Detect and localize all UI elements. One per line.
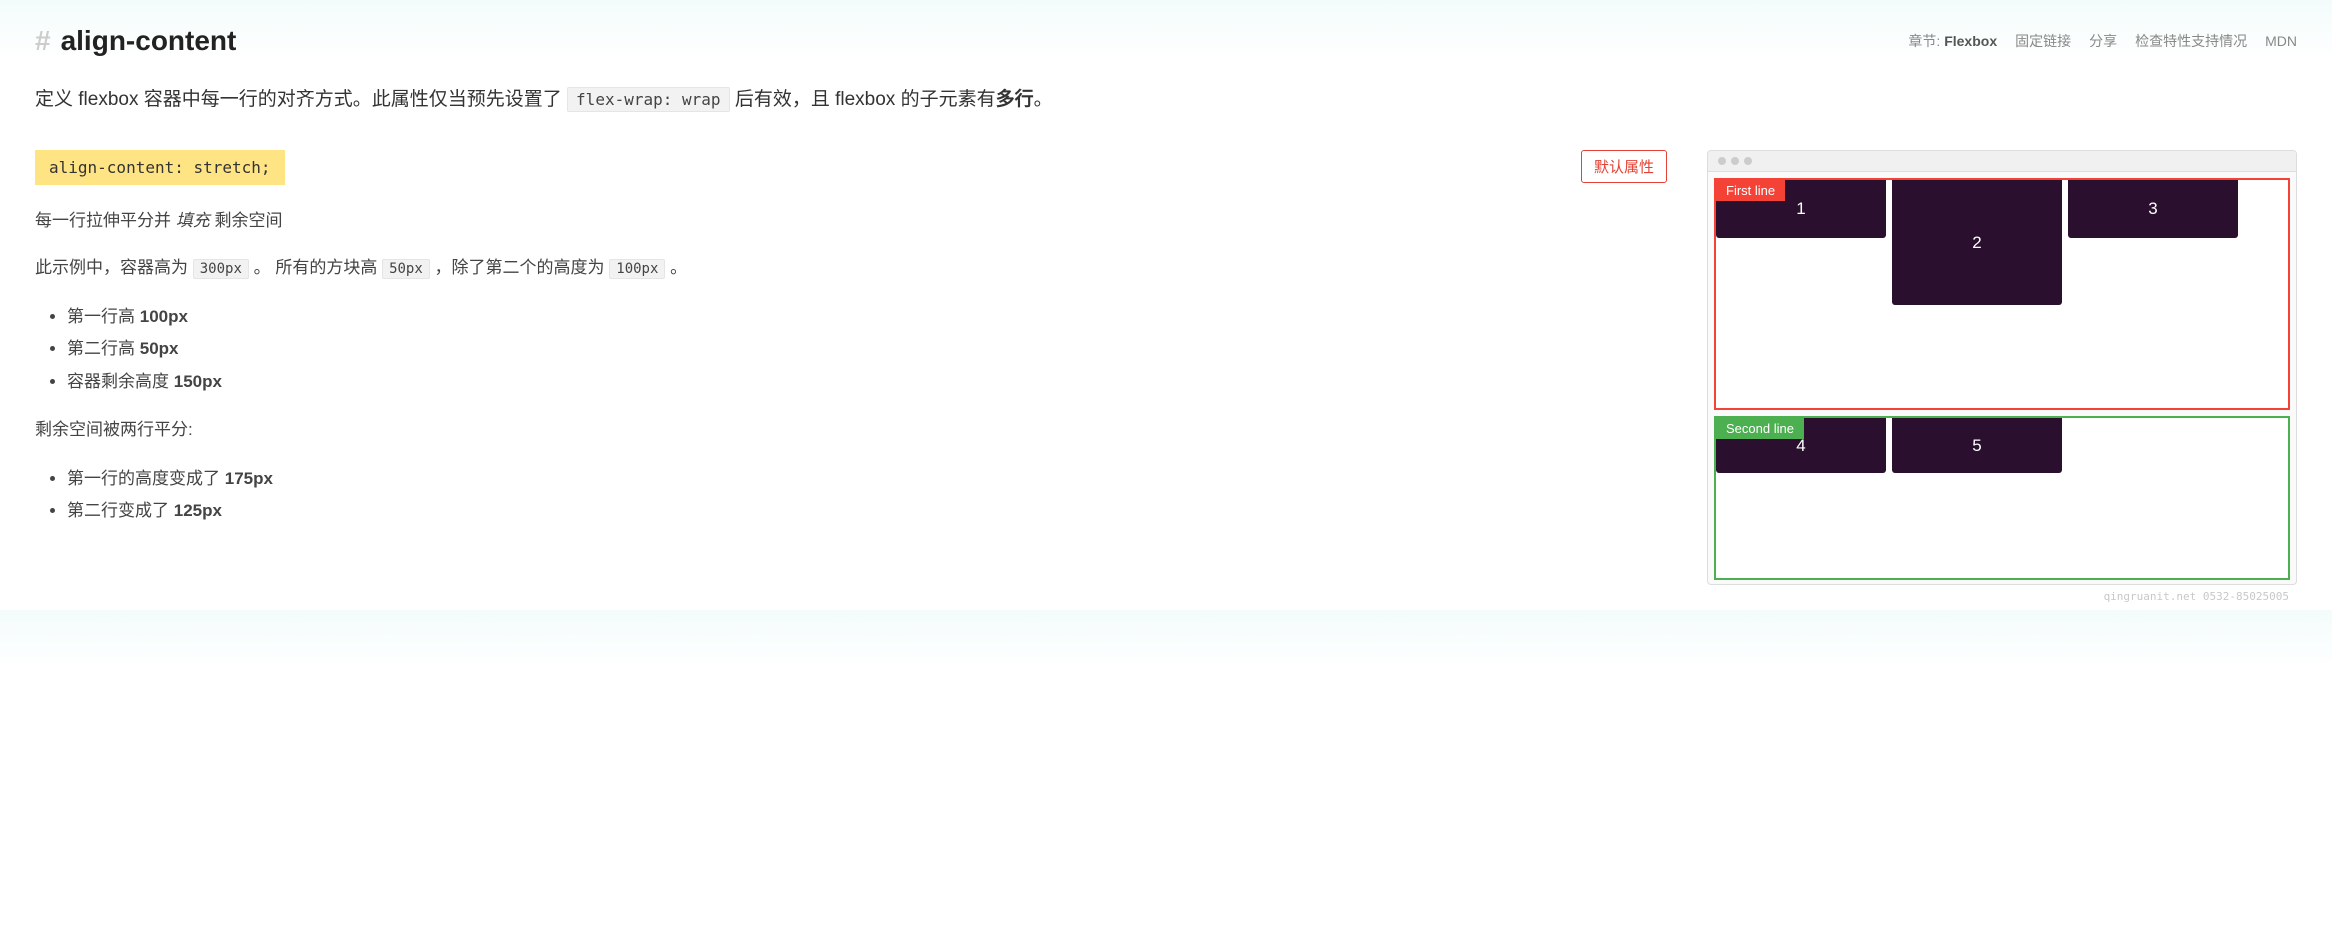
list-1: 第一行高 100px 第二行高 50px 容器剩余高度 150px: [35, 301, 1667, 398]
first-line-box: First line 1 2 3: [1714, 178, 2290, 410]
share-link[interactable]: 分享: [2089, 31, 2117, 51]
left-column: align-content: stretch; 默认属性 每一行拉伸平分并 填充…: [35, 150, 1667, 585]
first-line-label: First line: [1716, 180, 1785, 201]
list-item: 第二行高 50px: [67, 333, 1667, 365]
top-links: 章节: Flexbox 固定链接 分享 检查特性支持情况 MDN: [1908, 31, 2297, 51]
window-dot-icon: [1731, 157, 1739, 165]
list-item: 第一行的高度变成了 175px: [67, 463, 1667, 495]
intro-code: flex-wrap: wrap: [567, 87, 730, 112]
list-item: 第一行高 100px: [67, 301, 1667, 333]
window-dot-icon: [1744, 157, 1752, 165]
intro-text: 定义 flexbox 容器中每一行的对齐方式。此属性仅当预先设置了 flex-w…: [35, 85, 2297, 115]
page-header: # align-content 章节: Flexbox 固定链接 分享 检查特性…: [35, 25, 2297, 57]
compat-link[interactable]: 检查特性支持情况: [2135, 31, 2247, 51]
demo-body: First line 1 2 3 Second line 4 5: [1708, 172, 2296, 584]
boxes-row: 1 2 3: [1716, 180, 2288, 305]
window-titlebar: [1708, 151, 2296, 172]
page-title: align-content: [61, 25, 237, 57]
title-wrap: # align-content: [35, 25, 236, 57]
watermark: qingruanit.net 0532-85025005: [2104, 590, 2289, 603]
desc-line-2: 此示例中，容器高为 300px 。 所有的方块高 50px ，除了第二个的高度为…: [35, 254, 1667, 283]
hash-icon: #: [35, 25, 51, 57]
property-code: align-content: stretch;: [35, 150, 285, 185]
right-column: First line 1 2 3 Second line 4 5 qingrua…: [1707, 150, 2297, 585]
demo-window: First line 1 2 3 Second line 4 5: [1707, 150, 2297, 585]
list-2: 第一行的高度变成了 175px 第二行变成了 125px: [35, 463, 1667, 528]
chapter-label: 章节: Flexbox: [1908, 31, 1997, 51]
demo-box-2: 2: [1892, 180, 2062, 305]
demo-box-5: 5: [1892, 418, 2062, 473]
second-line-label: Second line: [1716, 418, 1804, 439]
permalink-link[interactable]: 固定链接: [2015, 31, 2071, 51]
list-item: 容器剩余高度 150px: [67, 366, 1667, 398]
mdn-link[interactable]: MDN: [2265, 33, 2297, 49]
window-dot-icon: [1718, 157, 1726, 165]
second-line-box: Second line 4 5: [1714, 416, 2290, 580]
desc-line-1: 每一行拉伸平分并 填充 剩余空间: [35, 207, 1667, 236]
list-item: 第二行变成了 125px: [67, 495, 1667, 527]
property-row: align-content: stretch; 默认属性: [35, 150, 1667, 185]
content-row: align-content: stretch; 默认属性 每一行拉伸平分并 填充…: [35, 150, 2297, 585]
default-badge: 默认属性: [1581, 150, 1667, 183]
mid-text: 剩余空间被两行平分:: [35, 416, 1667, 445]
demo-box-3: 3: [2068, 180, 2238, 238]
